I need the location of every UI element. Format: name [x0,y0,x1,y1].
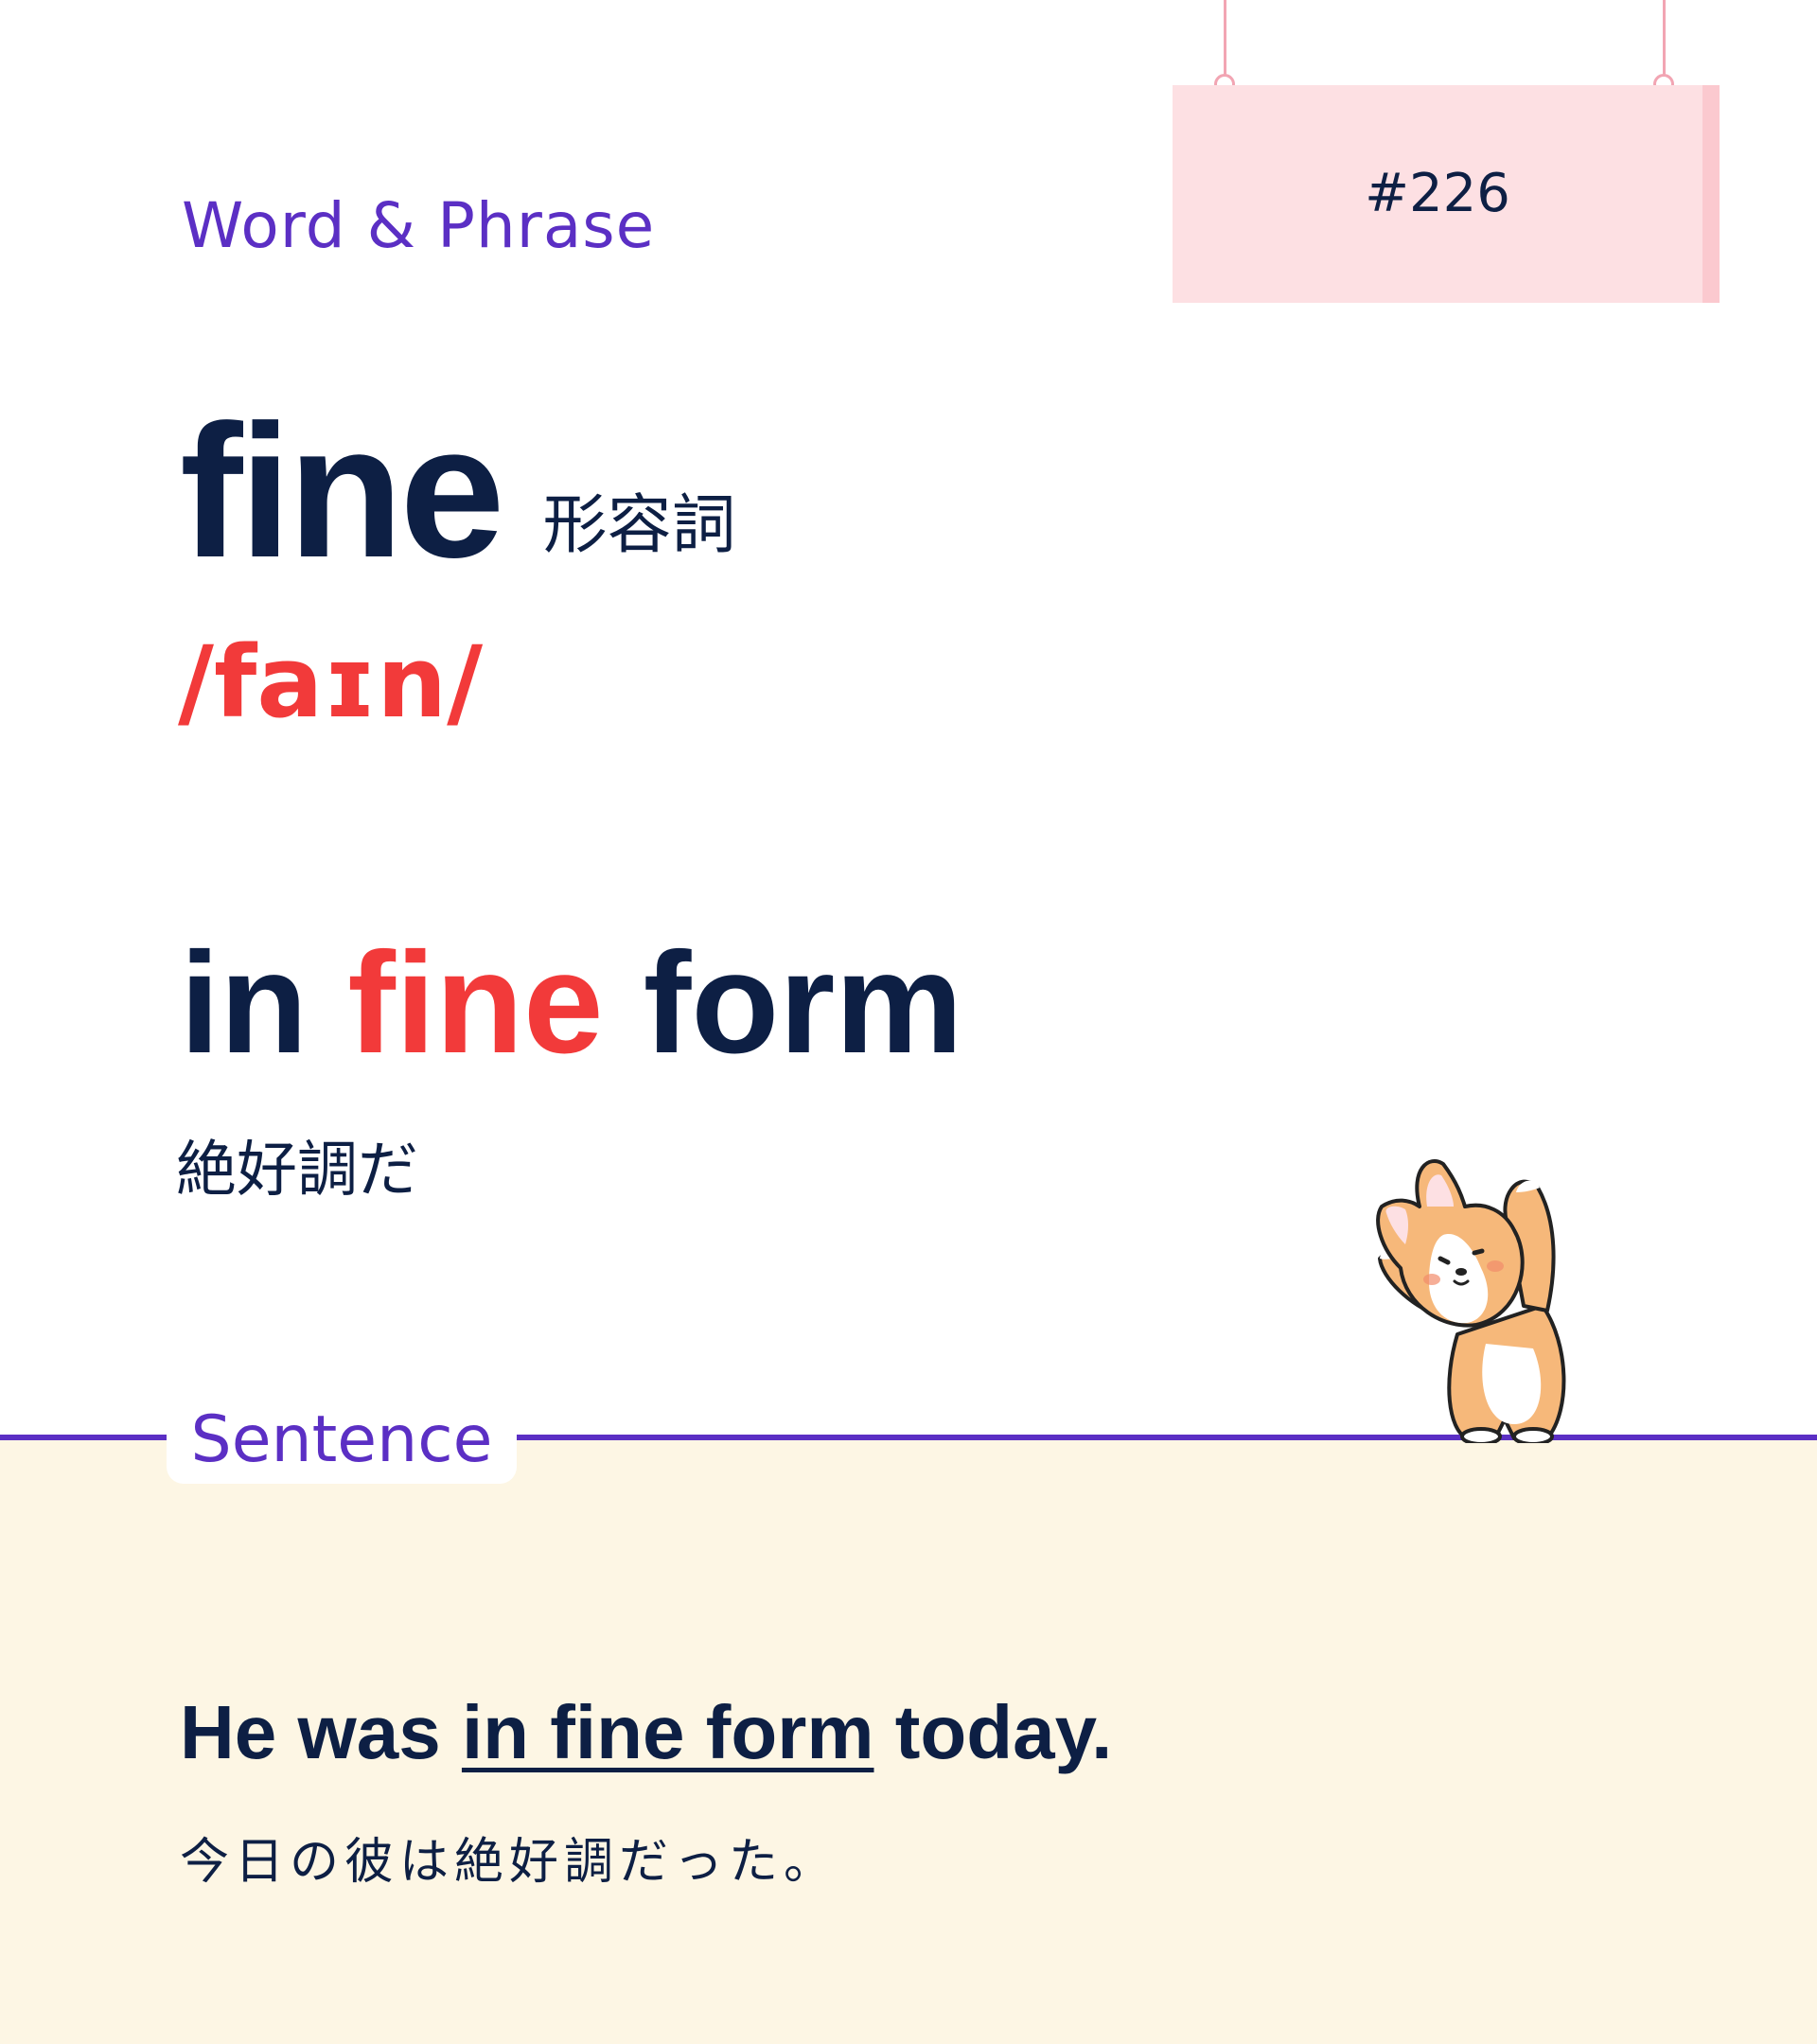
headword: fine [180,386,505,597]
sign-string-left [1224,0,1226,78]
example-sentence: He was in fine form today. [180,1689,1112,1776]
sentence-underlined-phrase: in fine form [461,1690,874,1774]
phrase: in fine form [180,927,963,1079]
phrase-translation: 絶好調だ [176,1136,418,1206]
phrase-after: form [603,923,963,1084]
sentence-after: today. [873,1690,1113,1774]
phrase-highlight: fine [347,923,604,1084]
pronunciation: /faɪn/ [178,625,484,740]
sentence-translation: 今日の彼は絶好調だった。 [180,1834,839,1891]
category-label: Word & Phrase [182,189,656,262]
sign-string-right [1663,0,1666,78]
number-sign: #226 [1173,85,1720,303]
section-label: Sentence [190,1402,493,1477]
corgi-mascot-icon [1376,1159,1566,1443]
part-of-speech: 形容詞 [542,488,736,563]
phrase-before: in [180,923,348,1084]
card-number: #226 [1365,163,1510,224]
sentence-before: He was [180,1690,462,1774]
headword-row: fine 形容詞 [180,397,736,587]
section-tab: Sentence [167,1401,517,1484]
